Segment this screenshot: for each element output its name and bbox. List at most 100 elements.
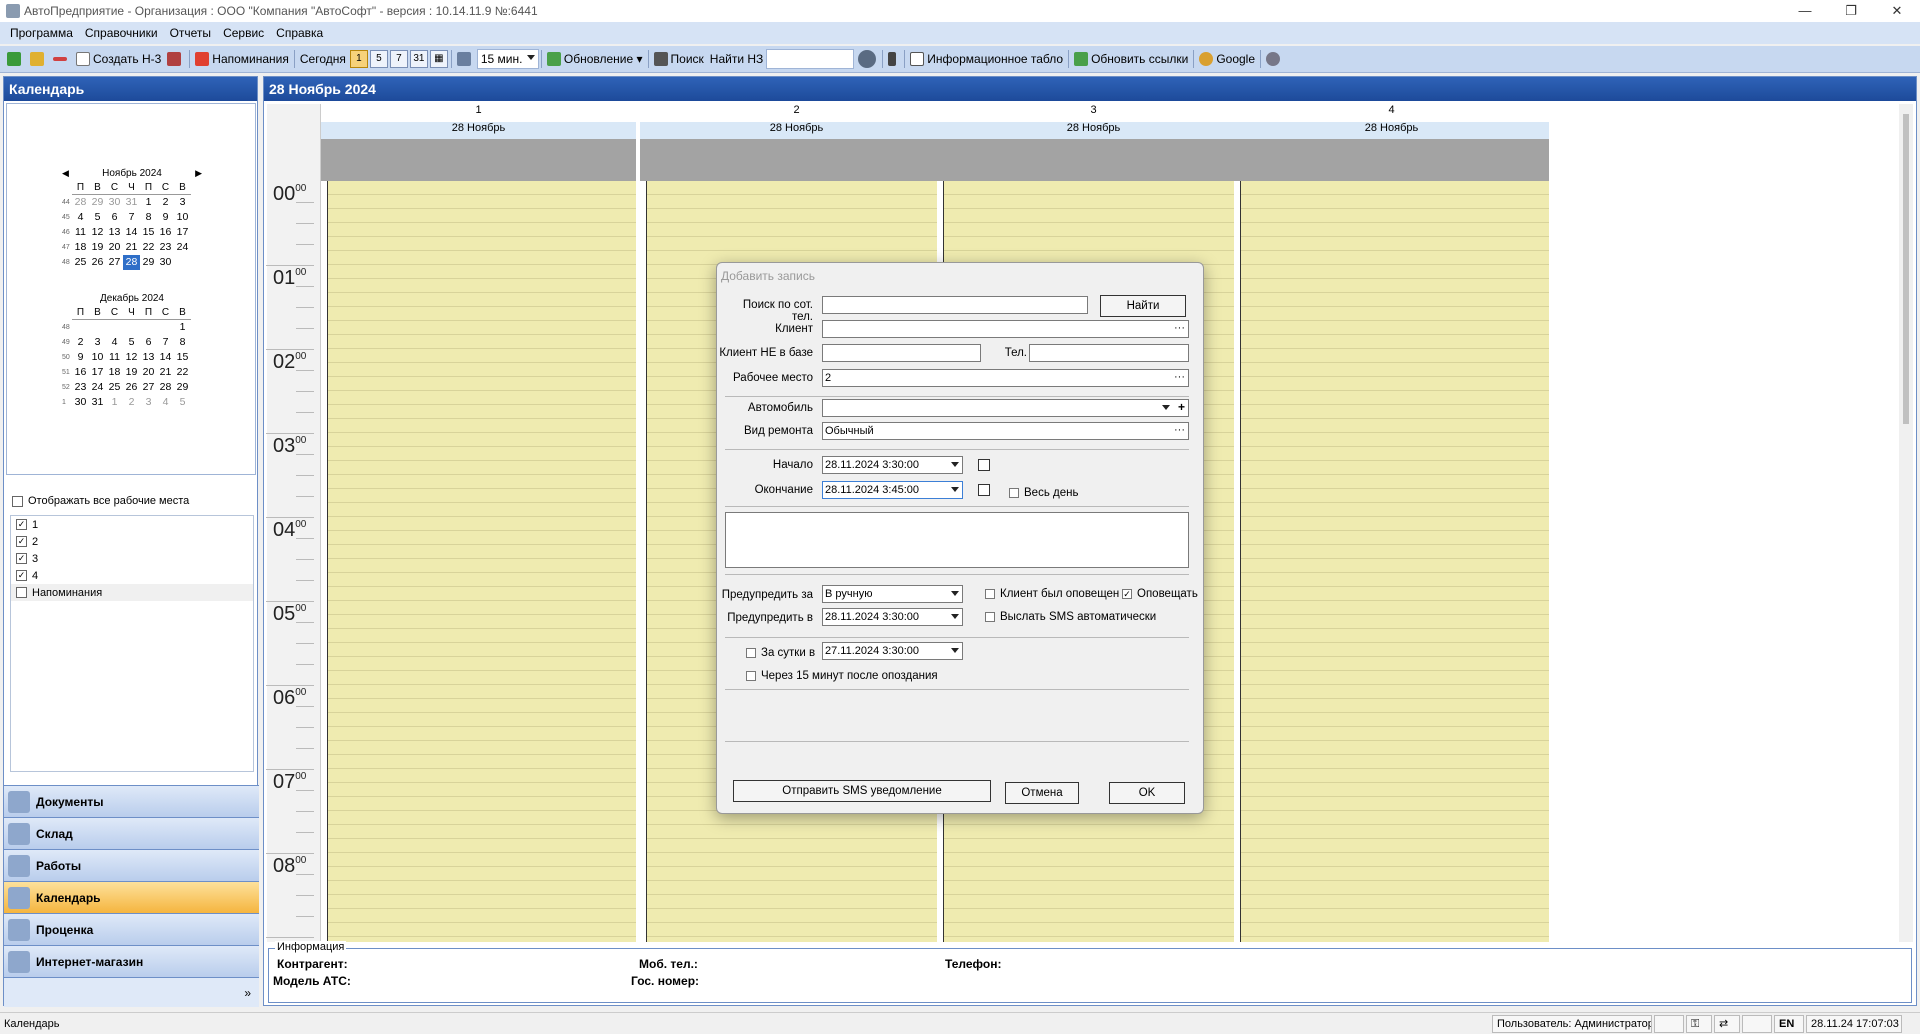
menu-references[interactable]: Справочники bbox=[79, 26, 164, 40]
plus-icon[interactable]: + bbox=[1178, 400, 1185, 415]
all-day-area[interactable] bbox=[1234, 139, 1549, 181]
update-button[interactable]: Обновление ▾ bbox=[544, 48, 646, 70]
google-button[interactable]: Google bbox=[1196, 48, 1258, 70]
calendar-day[interactable]: 24 bbox=[89, 380, 106, 395]
start-datetime-picker[interactable]: 28.11.2024 3:30:00 bbox=[822, 456, 963, 474]
calendar-day[interactable]: 15 bbox=[140, 225, 157, 240]
phone-icon[interactable] bbox=[885, 48, 902, 70]
calendar-day[interactable]: 3 bbox=[174, 195, 191, 210]
nav-online-store[interactable]: Интернет-магазин bbox=[4, 945, 259, 977]
calendar-day[interactable]: 14 bbox=[123, 225, 140, 240]
maximize-button[interactable]: ❐ bbox=[1828, 0, 1874, 22]
workplace-item[interactable]: ✓ 3 bbox=[11, 550, 253, 567]
view-month-button[interactable]: 31 bbox=[409, 50, 428, 68]
calendar-day[interactable]: 26 bbox=[123, 380, 140, 395]
notes-textarea[interactable] bbox=[725, 512, 1189, 568]
calendar-day[interactable]: 16 bbox=[157, 225, 174, 240]
client-notified-checkbox[interactable]: Клиент был оповещен bbox=[985, 588, 1119, 600]
all-day-area[interactable] bbox=[937, 139, 1250, 181]
next-month-arrow[interactable]: ▶ bbox=[195, 168, 202, 179]
workplace-item[interactable]: ✓ 1 bbox=[11, 516, 253, 533]
calendar-day[interactable]: 11 bbox=[72, 225, 89, 240]
calendar-day[interactable]: 12 bbox=[89, 225, 106, 240]
calendar-day[interactable]: 31 bbox=[123, 195, 140, 210]
car-select[interactable]: + bbox=[822, 399, 1189, 417]
calendar-day[interactable]: 4 bbox=[106, 335, 123, 350]
search-button[interactable]: Поиск bbox=[651, 48, 707, 70]
chevron-down-icon[interactable] bbox=[951, 591, 959, 596]
calendar-day[interactable]: 6 bbox=[140, 335, 157, 350]
calendar-day[interactable]: 28 bbox=[72, 195, 89, 210]
vertical-scrollbar[interactable] bbox=[1899, 104, 1913, 942]
client-not-in-db-input[interactable] bbox=[822, 344, 981, 362]
scroll-thumb[interactable] bbox=[1903, 114, 1909, 424]
calendar-day[interactable]: 13 bbox=[106, 225, 123, 240]
calendar-day[interactable]: 29 bbox=[174, 380, 191, 395]
chevron-down-icon[interactable] bbox=[951, 648, 959, 653]
calendar-day[interactable]: 6 bbox=[106, 210, 123, 225]
late-15-min-checkbox[interactable]: Через 15 минут после опоздания bbox=[746, 670, 938, 682]
calendar-day[interactable]: 11 bbox=[106, 350, 123, 365]
chevron-down-icon[interactable] bbox=[951, 487, 959, 492]
chevron-down-icon[interactable] bbox=[951, 614, 959, 619]
chevron-down-icon[interactable] bbox=[951, 462, 959, 467]
menu-program[interactable]: Программа bbox=[4, 26, 79, 40]
calendar-day[interactable]: 17 bbox=[174, 225, 191, 240]
calendar-day[interactable]: 30 bbox=[106, 195, 123, 210]
calendar-day[interactable]: 10 bbox=[174, 210, 191, 225]
calendar-day[interactable]: 7 bbox=[157, 335, 174, 350]
workplace-item[interactable]: ✓ 2 bbox=[11, 533, 253, 550]
send-sms-auto-checkbox[interactable]: Выслать SMS автоматически bbox=[985, 611, 1156, 623]
show-all-workplaces-checkbox[interactable]: Отображать все рабочие места bbox=[12, 495, 189, 507]
calendar-day[interactable]: 3 bbox=[89, 335, 106, 350]
menu-help[interactable]: Справка bbox=[270, 26, 329, 40]
ellipsis-icon[interactable]: ··· bbox=[1174, 370, 1185, 385]
day-before-checkbox[interactable]: За сутки в bbox=[746, 647, 815, 659]
calendar-day[interactable]: 9 bbox=[72, 350, 89, 365]
calendar-day[interactable]: 28 bbox=[123, 255, 140, 270]
repair-type-input[interactable]: Обычный ··· bbox=[822, 422, 1189, 440]
calendar-day[interactable]: 10 bbox=[89, 350, 106, 365]
send-sms-button[interactable]: Отправить SMS уведомление bbox=[733, 780, 991, 802]
today-button[interactable]: Сегодня bbox=[297, 48, 349, 70]
calendar-day[interactable]: 19 bbox=[123, 365, 140, 380]
calendar-day[interactable]: 29 bbox=[89, 195, 106, 210]
calendar-day[interactable]: 23 bbox=[72, 380, 89, 395]
time-slots[interactable] bbox=[321, 181, 636, 942]
calendar-day[interactable]: 19 bbox=[89, 240, 106, 255]
refresh-links-button[interactable]: Обновить ссылки bbox=[1071, 48, 1191, 70]
calendar-day[interactable]: 24 bbox=[174, 240, 191, 255]
calendar-day[interactable]: 1 bbox=[140, 195, 157, 210]
calendar-day[interactable]: 18 bbox=[106, 365, 123, 380]
calendar-day[interactable]: 12 bbox=[123, 350, 140, 365]
clock-icon[interactable] bbox=[978, 484, 990, 496]
notify-checkbox[interactable]: ✓ Оповещать bbox=[1122, 588, 1198, 600]
calendar-day[interactable]: 2 bbox=[72, 335, 89, 350]
find-n3-input[interactable] bbox=[766, 49, 855, 69]
calendar-day[interactable]: 20 bbox=[140, 365, 157, 380]
calendar-day[interactable]: 21 bbox=[157, 365, 174, 380]
calendar-day[interactable]: 22 bbox=[174, 365, 191, 380]
cancel-button[interactable]: Отмена bbox=[1005, 782, 1079, 804]
calendar-day[interactable]: 29 bbox=[140, 255, 157, 270]
calendar-day[interactable]: 5 bbox=[174, 395, 191, 410]
end-datetime-picker[interactable]: 28.11.2024 3:45:00 bbox=[822, 481, 963, 499]
minimize-button[interactable]: — bbox=[1782, 0, 1828, 22]
calendar-day[interactable]: 2 bbox=[157, 195, 174, 210]
view-week-button[interactable]: 7 bbox=[389, 50, 408, 68]
workplace-input[interactable]: 2 ··· bbox=[822, 369, 1189, 387]
nav-works[interactable]: Работы bbox=[4, 849, 259, 881]
calendar-day[interactable]: 22 bbox=[140, 240, 157, 255]
client-input[interactable]: ··· bbox=[822, 320, 1189, 338]
calendar-day[interactable]: 14 bbox=[157, 350, 174, 365]
calendar-day[interactable]: 26 bbox=[89, 255, 106, 270]
chevron-down-icon[interactable] bbox=[1162, 405, 1170, 410]
day-before-datetime-picker[interactable]: 27.11.2024 3:30:00 bbox=[822, 642, 963, 660]
tools-icon[interactable] bbox=[164, 48, 187, 70]
calendar-day[interactable]: 3 bbox=[140, 395, 157, 410]
help-icon[interactable] bbox=[1263, 48, 1286, 70]
warn-for-select[interactable]: В ручную bbox=[822, 585, 963, 603]
nav-more-button[interactable]: » bbox=[4, 977, 259, 1007]
calendar-day[interactable]: 4 bbox=[72, 210, 89, 225]
calendar-day[interactable]: 5 bbox=[89, 210, 106, 225]
